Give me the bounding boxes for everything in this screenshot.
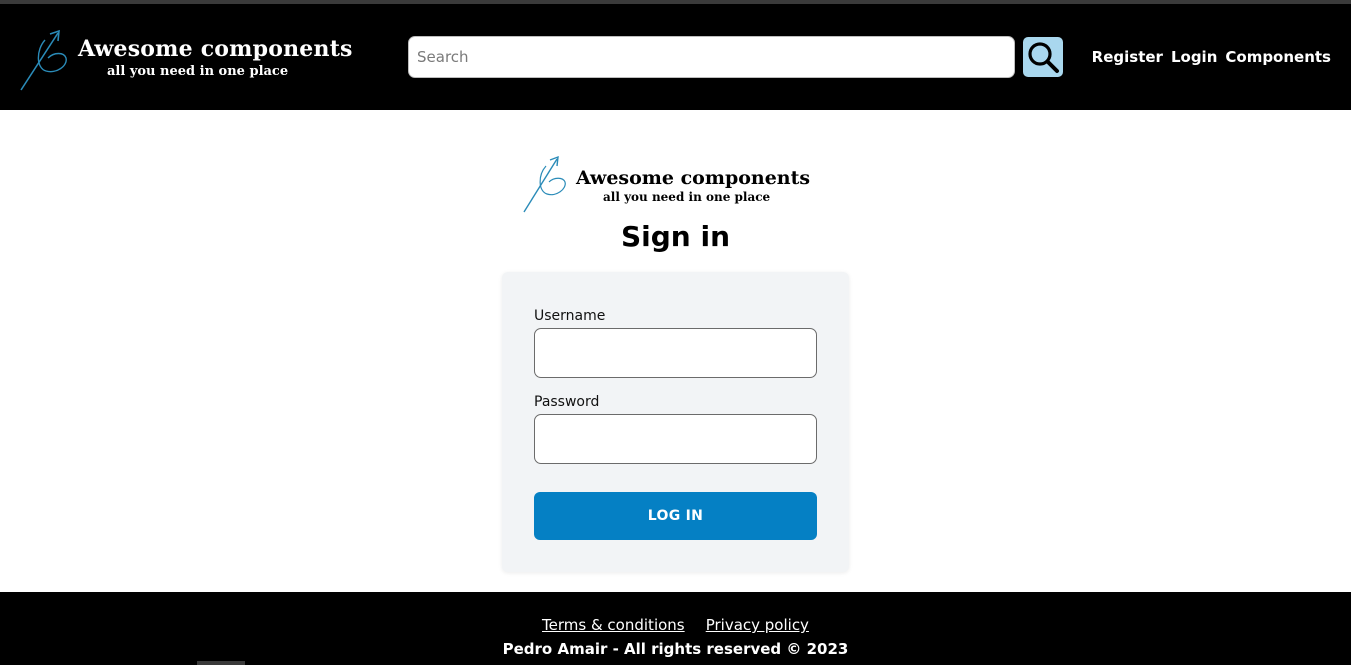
copyright-text: Pedro Amair - All rights reserved © 2023: [502, 640, 849, 658]
terms-link[interactable]: Terms & conditions: [542, 616, 685, 634]
search-button[interactable]: [1023, 37, 1063, 77]
password-label: Password: [534, 394, 600, 410]
login-form: Username Password LOG IN: [502, 272, 849, 572]
main-nav: Register Login Components: [1092, 48, 1331, 66]
login-button[interactable]: LOG IN: [534, 492, 817, 540]
nav-register-link[interactable]: Register: [1092, 48, 1163, 66]
arrow-circle-logo-icon: [523, 155, 566, 213]
username-label: Username: [534, 308, 606, 324]
search-input[interactable]: [408, 36, 1015, 78]
logo-tagline: all you need in one place: [107, 64, 289, 79]
site-footer: Terms & conditions Privacy policy Pedro …: [0, 592, 1351, 665]
header-logo[interactable]: Awesome components all you need in one p…: [18, 28, 358, 92]
signin-logo-tagline: all you need in one place: [603, 190, 771, 204]
signin-logo: Awesome components all you need in one p…: [522, 155, 832, 215]
nav-components-link[interactable]: Components: [1225, 48, 1331, 66]
logo-title: Awesome components: [78, 36, 353, 62]
arrow-circle-logo-icon: [20, 29, 67, 91]
search-icon: [1028, 42, 1059, 73]
site-header: Awesome components all you need in one p…: [0, 4, 1351, 110]
horizontal-scrollbar[interactable]: [197, 661, 245, 665]
username-field[interactable]: [534, 328, 817, 378]
password-field[interactable]: [534, 414, 817, 464]
privacy-link[interactable]: Privacy policy: [706, 616, 809, 634]
nav-login-link[interactable]: Login: [1171, 48, 1217, 66]
signin-logo-title: Awesome components: [576, 167, 811, 189]
page-title: Sign in: [620, 220, 731, 253]
footer-links: Terms & conditions Privacy policy: [0, 615, 1351, 634]
